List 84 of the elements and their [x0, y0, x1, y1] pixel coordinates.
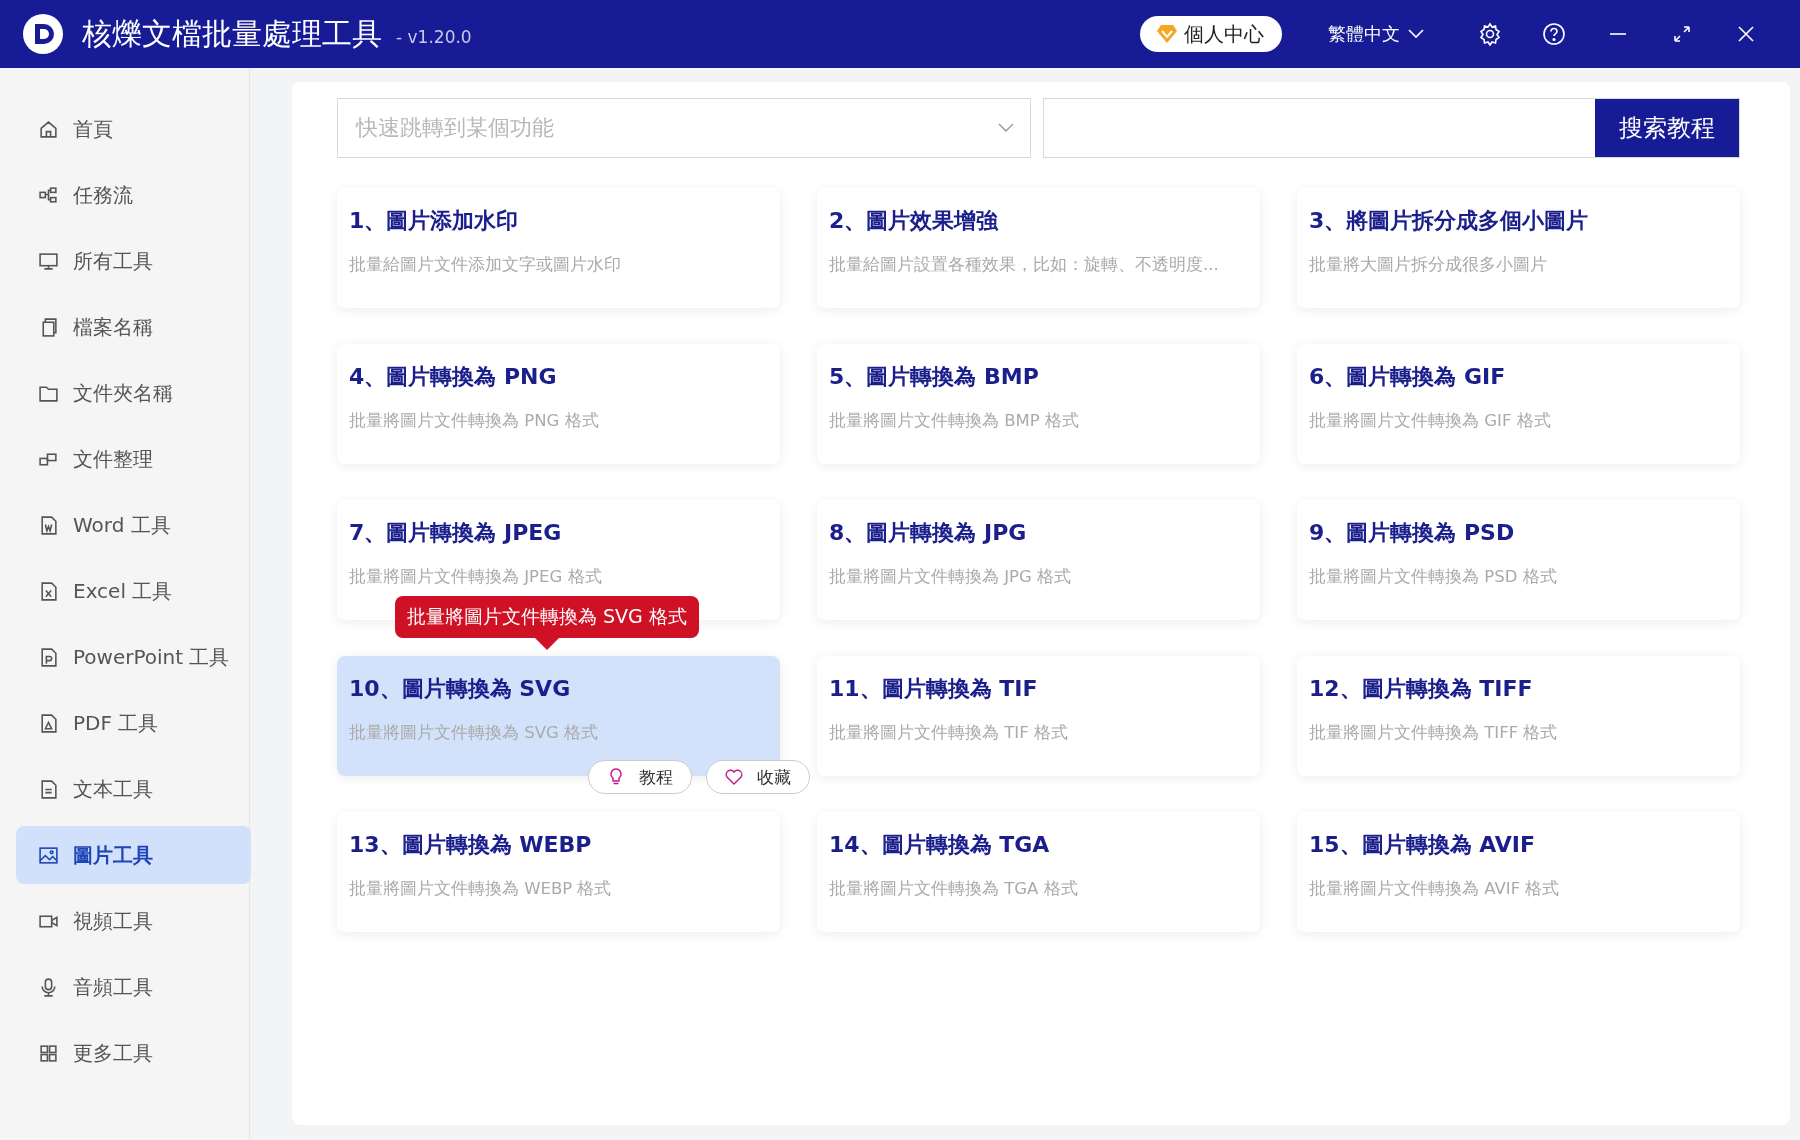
excel-doc-icon: [38, 580, 59, 602]
sidebar-item[interactable]: 更多工具: [16, 1024, 251, 1082]
card-description: 批量將圖片文件轉換為 PSD 格式: [1309, 566, 1558, 588]
sidebar-item[interactable]: 音頻工具: [16, 958, 251, 1016]
logo-icon: [22, 13, 64, 55]
tool-card[interactable]: 9、圖片轉換為 PSD 批量將圖片文件轉換為 PSD 格式: [1297, 500, 1740, 620]
card-title: 15、圖片轉換為 AVIF: [1309, 831, 1537, 859]
sidebar-item[interactable]: PowerPoint 工具: [16, 628, 251, 686]
card-title: 3、將圖片拆分成多個小圖片: [1309, 207, 1590, 235]
tool-card[interactable]: 6、圖片轉換為 GIF 批量將圖片文件轉換為 GIF 格式: [1297, 344, 1740, 464]
tool-card[interactable]: 15、圖片轉換為 AVIF 批量將圖片文件轉換為 AVIF 格式: [1297, 812, 1740, 932]
card-description: 批量將圖片文件轉換為 JPG 格式: [829, 566, 1073, 588]
tutorial-button[interactable]: 教程: [588, 760, 692, 794]
card-description: 批量將圖片文件轉換為 GIF 格式: [1309, 410, 1552, 432]
microphone-icon: [38, 976, 59, 998]
card-description: 批量將圖片文件轉換為 TIF 格式: [829, 722, 1069, 744]
sidebar-item[interactable]: 檔案名稱: [16, 298, 251, 356]
tool-card[interactable]: 4、圖片轉換為 PNG 批量將圖片文件轉換為 PNG 格式: [337, 344, 780, 464]
tool-card[interactable]: 5、圖片轉換為 BMP 批量將圖片文件轉換為 BMP 格式: [817, 344, 1260, 464]
tooltip-pointer-icon: [534, 638, 559, 650]
card-title: 11、圖片轉換為 TIF: [829, 675, 1039, 703]
card-description: 批量給圖片設置各種效果，比如：旋轉、不透明度...: [829, 254, 1220, 276]
card-title: 2、圖片效果增強: [829, 207, 1000, 235]
settings-icon[interactable]: [1478, 22, 1502, 46]
tool-card[interactable]: 3、將圖片拆分成多個小圖片 批量將大圖片拆分成很多小圖片: [1297, 188, 1740, 308]
card-title: 12、圖片轉換為 TIFF: [1309, 675, 1534, 703]
card-title: 14、圖片轉換為 TGA: [829, 831, 1051, 859]
home-icon: [38, 118, 59, 140]
card-description: 批量將圖片文件轉換為 TGA 格式: [829, 878, 1079, 900]
card-description: 批量將圖片文件轉換為 WEBP 格式: [349, 878, 613, 900]
card-title: 13、圖片轉換為 WEBP: [349, 831, 593, 859]
sidebar-item[interactable]: 圖片工具: [16, 826, 251, 884]
sidebar-item[interactable]: Word 工具: [16, 496, 251, 554]
card-title: 9、圖片轉換為 PSD: [1309, 519, 1516, 547]
tool-card[interactable]: 2、圖片效果增強 批量給圖片設置各種效果，比如：旋轉、不透明度...: [817, 188, 1260, 308]
text-doc-icon: [38, 778, 59, 800]
help-icon[interactable]: [1542, 22, 1566, 46]
word-doc-icon: [38, 514, 59, 536]
card-description: 批量將圖片文件轉換為 SVG 格式: [349, 722, 600, 744]
powerpoint-doc-icon: [38, 646, 59, 668]
lightbulb-icon: [607, 768, 625, 786]
monitor-icon: [38, 250, 59, 272]
card-title: 1、圖片添加水印: [349, 207, 520, 235]
grid-icon: [38, 1042, 59, 1064]
image-icon: [38, 844, 59, 866]
diamond-icon: [1156, 24, 1178, 44]
favorite-button[interactable]: 收藏: [706, 760, 810, 794]
card-title: 4、圖片轉換為 PNG: [349, 363, 558, 391]
card-description: 批量將圖片文件轉換為 AVIF 格式: [1309, 878, 1561, 900]
card-title: 10、圖片轉換為 SVG: [349, 675, 572, 703]
heart-icon: [725, 768, 743, 786]
sidebar-item[interactable]: 文本工具: [16, 760, 251, 818]
sidebar-item[interactable]: 首頁: [16, 100, 251, 158]
sidebar-item[interactable]: 文件整理: [16, 430, 251, 488]
tool-card[interactable]: 11、圖片轉換為 TIF 批量將圖片文件轉換為 TIF 格式: [817, 656, 1260, 776]
sidebar-item[interactable]: PDF 工具: [16, 694, 251, 752]
user-center-button[interactable]: 個人中心: [1140, 16, 1282, 52]
language-dropdown[interactable]: 繁體中文: [1322, 21, 1430, 47]
card-description: 批量將圖片文件轉換為 PNG 格式: [349, 410, 600, 432]
card-description: 批量將圖片文件轉換為 BMP 格式: [829, 410, 1080, 432]
chevron-down-icon: [998, 123, 1014, 133]
tool-card[interactable]: 1、圖片添加水印 批量給圖片文件添加文字或圖片水印: [337, 188, 780, 308]
card-title: 6、圖片轉換為 GIF: [1309, 363, 1507, 391]
tool-card[interactable]: 14、圖片轉換為 TGA 批量將圖片文件轉換為 TGA 格式: [817, 812, 1260, 932]
tool-card[interactable]: 12、圖片轉換為 TIFF 批量將圖片文件轉換為 TIFF 格式: [1297, 656, 1740, 776]
card-title: 5、圖片轉換為 BMP: [829, 363, 1040, 391]
card-description: 批量給圖片文件添加文字或圖片水印: [349, 254, 622, 276]
card-description: 批量將大圖片拆分成很多小圖片: [1309, 254, 1548, 276]
sidebar-item[interactable]: 所有工具: [16, 232, 251, 290]
sidebar-item[interactable]: 文件夾名稱: [16, 364, 251, 422]
sidebar-item[interactable]: 視頻工具: [16, 892, 251, 950]
sidebar-item[interactable]: 任務流: [16, 166, 251, 224]
sidebar-item[interactable]: Excel 工具: [16, 562, 251, 620]
tool-card[interactable]: 8、圖片轉換為 JPG 批量將圖片文件轉換為 JPG 格式: [817, 500, 1260, 620]
card-description: 批量將圖片文件轉換為 TIFF 格式: [1309, 722, 1559, 744]
chevron-down-icon: [1408, 29, 1424, 39]
tool-card[interactable]: 13、圖片轉換為 WEBP 批量將圖片文件轉換為 WEBP 格式: [337, 812, 780, 932]
version-label: - v1.20.0: [396, 27, 472, 47]
card-description: 批量將圖片文件轉換為 JPEG 格式: [349, 566, 603, 588]
app-title: 核爍文檔批量處理工具: [82, 14, 382, 53]
card-title: 8、圖片轉換為 JPG: [829, 519, 1028, 547]
flow-icon: [38, 184, 59, 206]
pdf-doc-icon: [38, 712, 59, 734]
card-title: 7、圖片轉換為 JPEG: [349, 519, 563, 547]
